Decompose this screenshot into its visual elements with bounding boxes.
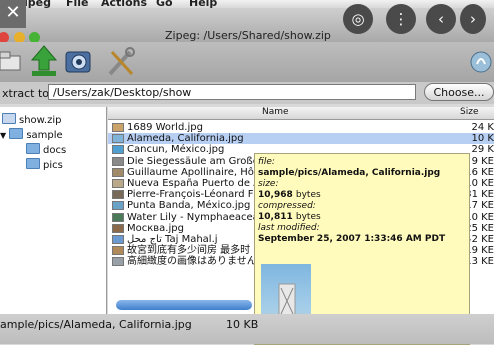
image-thumbnail-icon (112, 123, 124, 132)
close-icon[interactable]: ✕ (0, 0, 26, 28)
choose-button[interactable]: Choose... (424, 83, 494, 101)
list-header: Name Size (108, 107, 494, 120)
extract-to-label: xtract to: (2, 87, 53, 100)
menu-go[interactable]: Go (156, 0, 173, 8)
status-bar: ample/pics/Alameda, California.jpg 10 KB (0, 314, 494, 344)
folder-icon (9, 128, 24, 139)
column-header-name[interactable]: Name (262, 107, 289, 117)
more-icon[interactable]: ⋮ (386, 4, 416, 34)
menu-file[interactable]: File (66, 0, 89, 8)
folder-icon (26, 143, 40, 154)
file-row[interactable]: Alameda, California.jpg 10 K (108, 133, 494, 145)
column-header-size[interactable]: Size (460, 107, 478, 117)
tooltip-compressed-label: compressed: (258, 201, 316, 211)
tree-item-pics[interactable]: pics (26, 158, 63, 171)
back-icon[interactable]: ‹ (426, 4, 456, 34)
menu-help[interactable]: Help (189, 0, 217, 8)
extract-row: xtract to: /Users/zak/Desktop/show Choos… (0, 82, 494, 104)
image-thumbnail-icon (112, 134, 124, 144)
extract-path-field[interactable]: /Users/zak/Desktop/show (48, 84, 416, 100)
tree-docs-label: docs (43, 145, 67, 156)
file-name: 高細緻度の画像はありません (127, 256, 257, 268)
title-bar: Zipeg: /Users/Shared/show.zip (0, 8, 494, 43)
folder-tree: show.zip ▼ sample docs pics (0, 107, 107, 314)
tooltip-size-label: size: (258, 179, 279, 189)
file-name: Pierre-François-Léonard F (127, 189, 254, 201)
tree-pics-label: pics (43, 160, 63, 171)
file-name: Nueva España Puerto de A (127, 178, 261, 189)
tree-item-docs[interactable]: docs (26, 143, 66, 156)
extract-icon[interactable] (30, 44, 58, 78)
tree-root-label: show.zip (19, 115, 62, 126)
menu-actions[interactable]: Actions (101, 0, 147, 8)
folder-icon (26, 158, 40, 169)
disclosure-triangle-icon[interactable]: ▼ (0, 131, 6, 140)
file-name: Punta Banda, México.jpg (127, 200, 251, 212)
image-thumbnail-icon (112, 235, 124, 244)
image-thumbnail-icon (112, 179, 124, 188)
status-size: 10 KB (226, 318, 259, 331)
file-name: Москва.jpg (127, 222, 184, 234)
tooltip-modified-label: last modified: (258, 223, 320, 233)
file-size: 24 K (471, 122, 494, 133)
help-icon[interactable] (468, 44, 494, 78)
image-thumbnail-icon (112, 246, 124, 256)
tree-item-sample[interactable]: ▼ sample (0, 128, 63, 141)
tooltip-size-value: 10,968 bytes (258, 190, 321, 200)
file-name: تاج محل Taj Mahal.j (127, 234, 218, 245)
image-thumbnail-icon (112, 257, 124, 267)
compressed-unit: bytes (295, 212, 321, 222)
tooltip-modified-value: September 25, 2007 1:33:46 AM PDT (258, 234, 446, 244)
file-name: Guillaume Apollinaire, Hôt (127, 166, 258, 178)
compressed-number: 10,811 (258, 212, 293, 222)
forward-icon[interactable]: › (460, 4, 486, 34)
size-unit: bytes (295, 190, 321, 200)
toolbar (0, 42, 494, 82)
window-title: Zipeg: /Users/Shared/show.zip (165, 29, 331, 42)
image-thumbnail-icon (112, 201, 124, 211)
file-size: 10 K (471, 133, 494, 145)
horizontal-scrollbar[interactable] (116, 300, 252, 310)
menu-bar: Zipeg File Actions Go Help (0, 0, 494, 8)
file-name: Cancun, México.jpg (127, 144, 225, 156)
tooltip-file-value: sample/pics/Alameda, California.jpg (258, 168, 441, 178)
status-path: ample/pics/Alameda, California.jpg (0, 318, 192, 331)
size-number: 10,968 (258, 190, 293, 200)
zip-icon (2, 113, 16, 124)
lens-icon[interactable]: ◎ (343, 4, 373, 34)
file-name: Alameda, California.jpg (127, 133, 244, 145)
image-thumbnail-icon (112, 156, 124, 166)
image-thumbnail-icon (112, 212, 124, 222)
image-thumbnail-icon (112, 167, 124, 177)
file-name: 故宮到底有多少间房 最多时 (127, 245, 251, 257)
tooltip-compressed-value: 10,811 bytes (258, 212, 321, 222)
tree-item-root[interactable]: show.zip (2, 113, 61, 126)
image-thumbnail-icon (112, 190, 124, 200)
file-row[interactable]: 1689 World.jpg 24 K (108, 122, 494, 133)
file-name: Water Lily - Nymphaeacea (127, 211, 259, 223)
tree-sample-label: sample (26, 130, 63, 141)
image-thumbnail-icon (112, 145, 124, 155)
tools-icon[interactable] (106, 44, 136, 78)
image-thumbnail-icon (112, 223, 124, 233)
file-name: Die Siegessäule am Großer (127, 155, 263, 167)
preview-icon[interactable] (64, 44, 94, 78)
file-name: 1689 World.jpg (127, 122, 203, 133)
tooltip-file-label: file: (258, 157, 275, 167)
open-archive-icon[interactable] (0, 44, 24, 74)
